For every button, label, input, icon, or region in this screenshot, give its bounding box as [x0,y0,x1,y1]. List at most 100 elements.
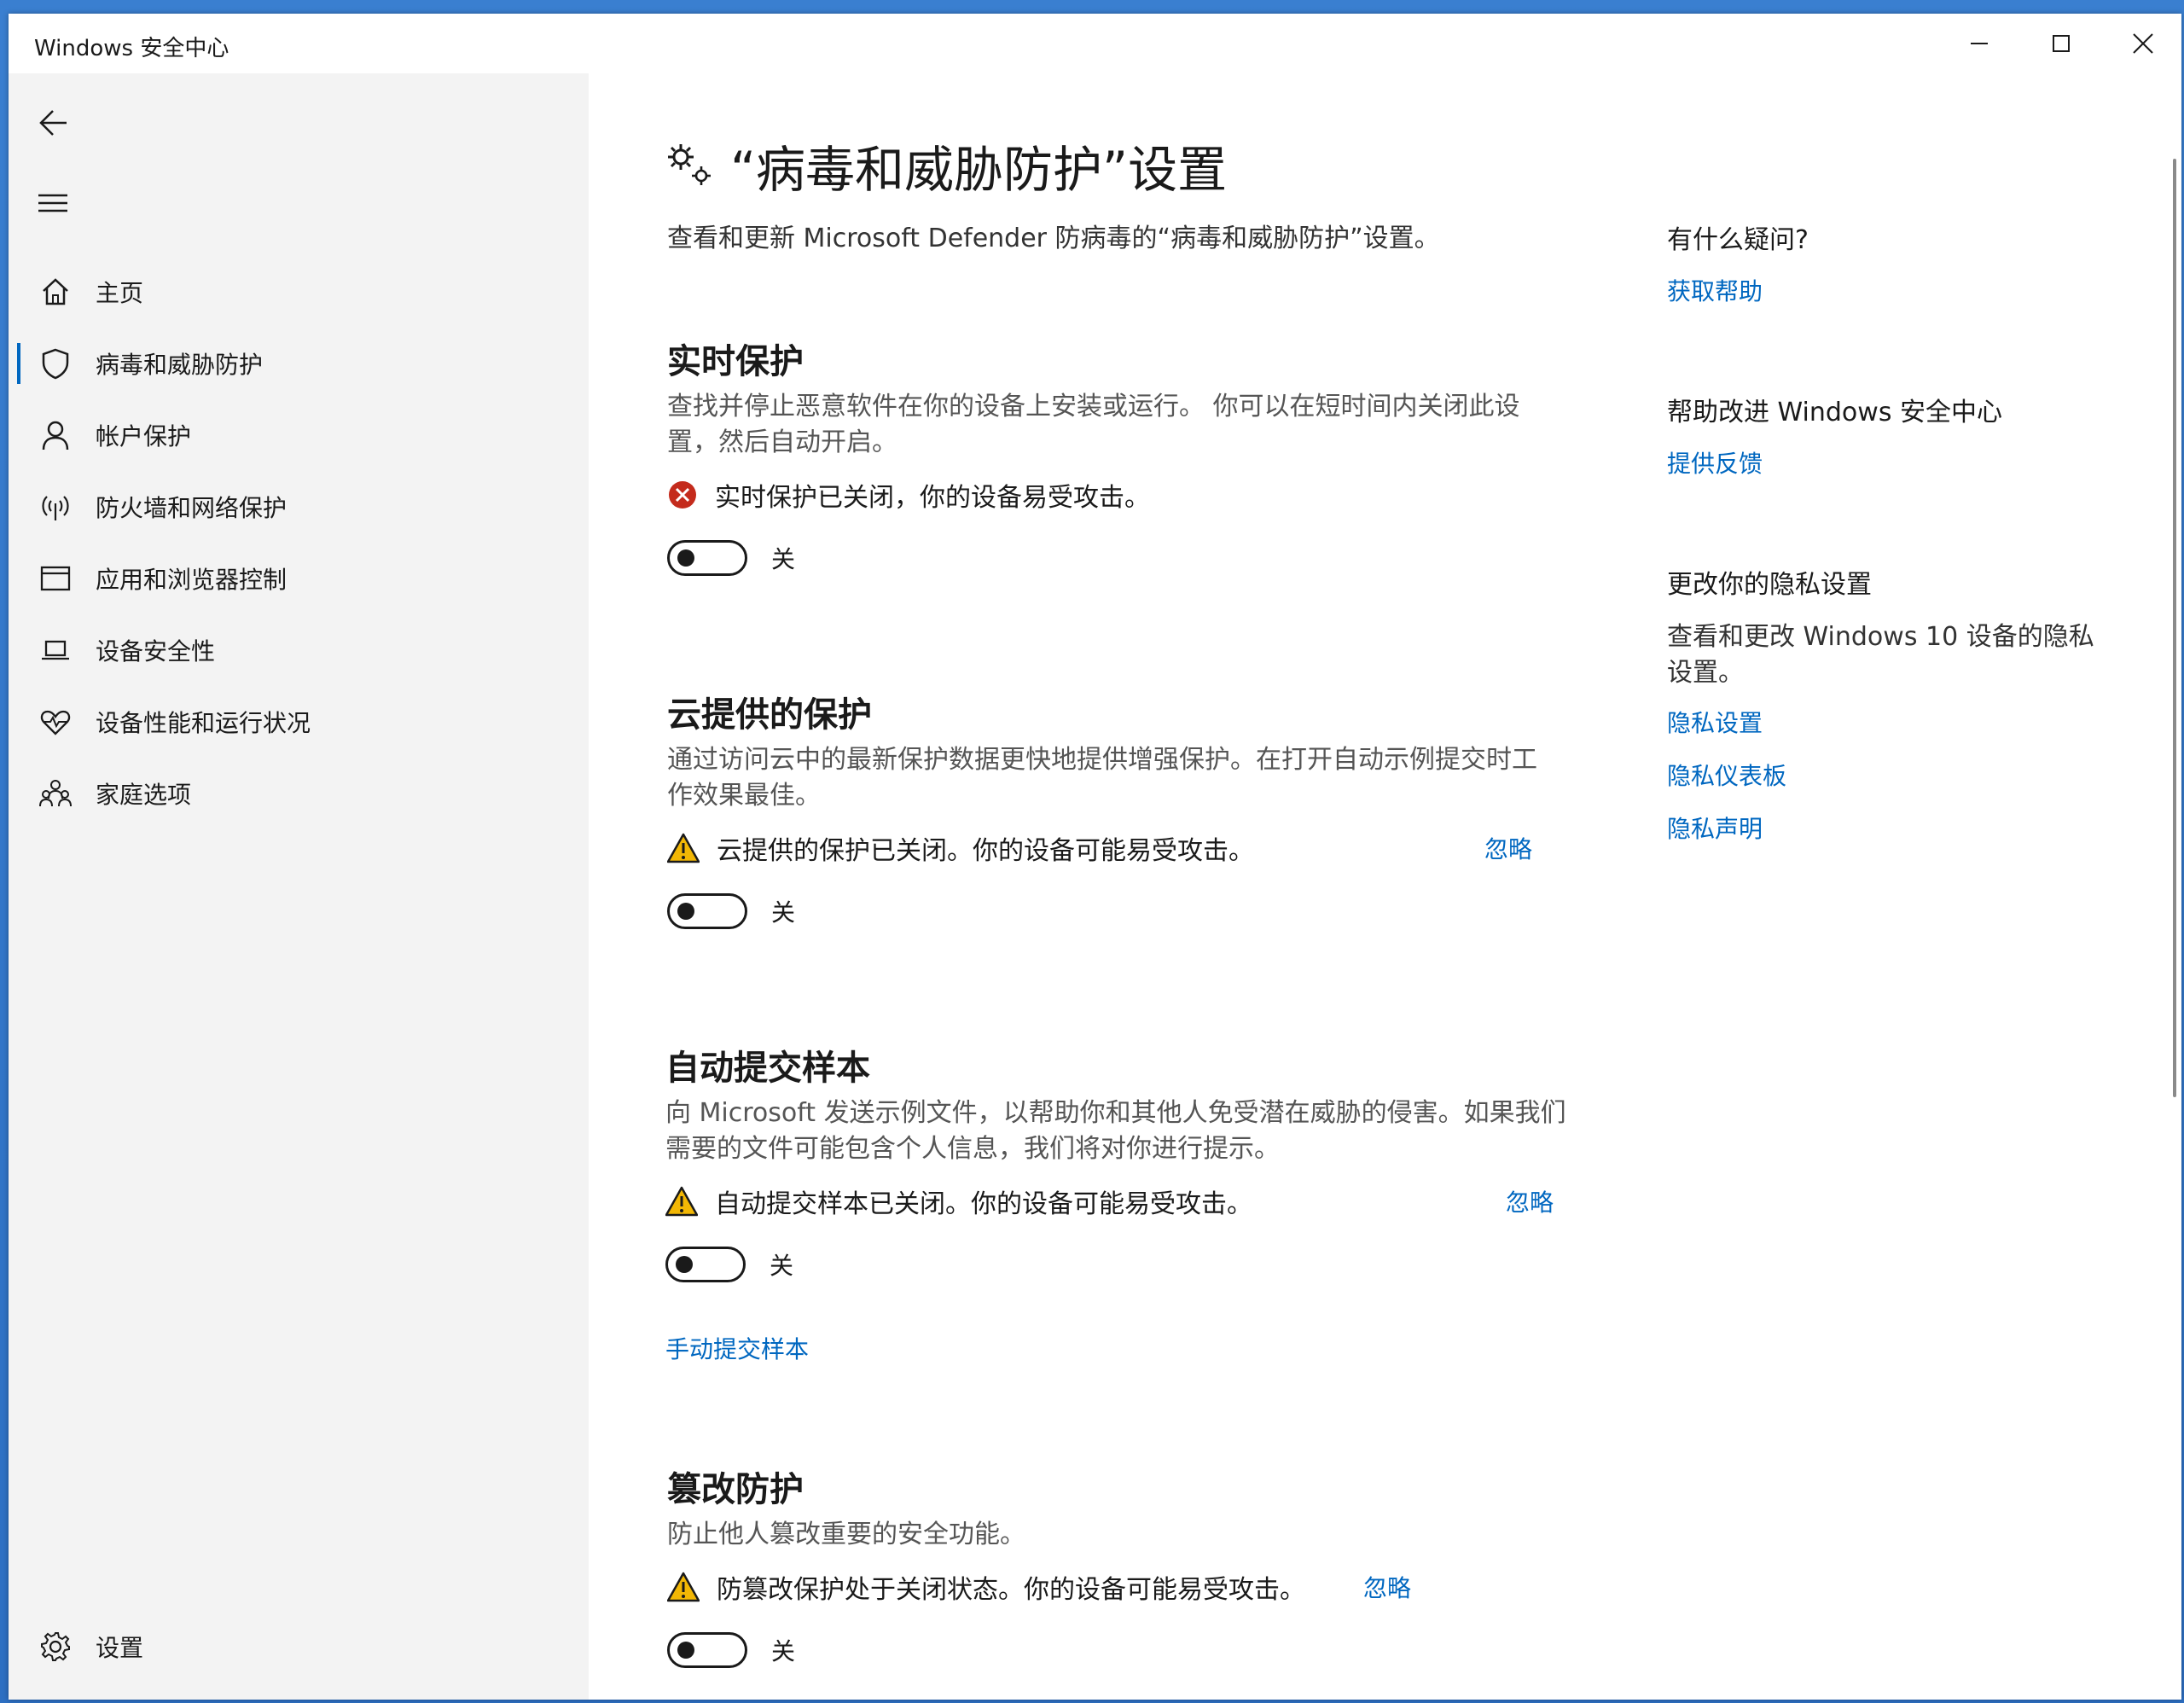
privacy-settings-link[interactable]: 隐私设置 [1667,709,1763,737]
home-icon [26,256,85,328]
section-title: 云提供的保护 [667,695,872,735]
status-text: 云提供的保护已关闭。你的设备可能易受攻击。 [717,836,1254,866]
hamburger-menu-button[interactable] [24,174,82,232]
toggle-state-label: 关 [771,898,796,927]
page-header: “病毒和威胁防护”设置 [665,130,1227,201]
ignore-link[interactable]: 忽略 [1484,831,1532,865]
sidebar-item-virus-threat-protection[interactable]: 病毒和威胁防护 [9,328,589,399]
sidebar-item-label: 设置 [96,1634,144,1662]
ignore-link[interactable]: 忽略 [1363,1570,1411,1604]
sidebar-item-device-performance-health[interactable]: 设备性能和运行状况 [9,686,589,758]
maximize-button[interactable] [2020,14,2102,73]
ignore-link[interactable]: 忽略 [1506,1184,1554,1218]
cloud-protection-toggle[interactable] [667,893,747,929]
manual-submit-sample-link[interactable]: 手动提交样本 [665,1335,809,1363]
page-title: “病毒和威胁防护”设置 [730,141,1228,199]
title-bar[interactable]: Windows 安全中心 [9,14,2181,73]
section-description: 向 Microsoft 发送示例文件，以帮助你和其他人免受潜在威胁的侵害。如果我… [665,1098,1566,1164]
toggle-row: 关 [667,532,1563,584]
sidebar-item-label: 主页 [96,279,144,307]
browser-window-icon [26,543,85,614]
toggle-state-label: 关 [771,545,796,573]
sidebar-item-settings[interactable]: 设置 [9,1611,589,1683]
sidebar-item-home[interactable]: 主页 [9,256,589,328]
privacy-statement-link[interactable]: 隐私声明 [1667,815,1763,843]
sidebar-item-label: 家庭选项 [96,781,192,809]
status-message: 云提供的保护已关闭。你的设备可能易受攻击。 忽略 [667,826,1563,870]
get-help-link[interactable]: 获取帮助 [1667,277,1763,305]
wifi-antenna-icon [26,471,85,543]
page-description: 查看和更新 Microsoft Defender 防病毒的“病毒和威胁防护”设置… [667,224,1440,253]
tamper-protection-toggle[interactable] [667,1632,747,1668]
toggle-state-label: 关 [770,1252,794,1280]
maximize-icon [2053,35,2070,52]
toggle-row: 关 [667,886,1563,937]
vertical-scrollbar[interactable] [2173,159,2176,1097]
sidebar-item-label: 设备安全性 [96,637,216,666]
section-title: 自动提交样本 [665,1049,870,1088]
sidebar-item-app-browser-control[interactable]: 应用和浏览器控制 [9,543,589,614]
status-text: 实时保护已关闭，你的设备易受攻击。 [715,483,1150,513]
gears-icon [668,144,711,185]
warning-icon [667,1572,700,1602]
close-button[interactable] [2102,14,2181,73]
main-content: “病毒和威胁防护”设置 查看和更新 Microsoft Defender 防病毒… [589,73,2181,1700]
question-heading: 有什么疑问? [1667,225,1809,255]
status-text: 防篡改保护处于关闭状态。你的设备可能易受攻击。 [717,1575,1305,1605]
toggle-knob [677,903,694,920]
sample-submission-toggle[interactable] [665,1247,746,1282]
shield-icon [26,328,85,399]
window-title: Windows 安全中心 [34,36,229,61]
sidebar-item-label: 设备性能和运行状况 [96,709,311,737]
heart-icon [26,686,85,758]
section-title: 篡改防护 [667,1470,804,1509]
toggle-state-label: 关 [771,1637,796,1665]
sidebar-item-label: 应用和浏览器控制 [96,566,288,594]
sidebar-item-firewall-network[interactable]: 防火墙和网络保护 [9,471,589,543]
family-icon [26,758,85,829]
real-time-protection-toggle[interactable] [667,540,747,576]
sidebar-item-family-options[interactable]: 家庭选项 [9,758,589,829]
section-title: 实时保护 [667,342,804,381]
toggle-knob [676,1256,693,1273]
error-icon [669,481,696,509]
sidebar-item-account-protection[interactable]: 帐户保护 [9,399,589,471]
selection-indicator [17,343,20,384]
section-description: 防止他人篡改重要的安全功能。 [667,1520,1025,1549]
section-description: 通过访问云中的最新保护数据更快地提供增强保护。在打开自动示例提交时工作效果最佳。 [667,745,1537,811]
section-cloud-protection: 云提供的保护 通过访问云中的最新保护数据更快地提供增强保护。在打开自动示例提交时… [667,693,1563,937]
minimize-icon [1971,43,1988,44]
status-message: 防篡改保护处于关闭状态。你的设备可能易受攻击。 忽略 [667,1565,1563,1609]
toggle-row: 关 [667,1625,1563,1676]
minimize-button[interactable] [1938,14,2020,73]
hamburger-icon [38,194,67,212]
section-real-time-protection: 实时保护 查找并停止恶意软件在你的设备上安装或运行。 你可以在短时间内关闭此设置… [667,340,1563,584]
back-button[interactable] [24,94,82,152]
give-feedback-link[interactable]: 提供反馈 [1667,450,1763,478]
right-help-column: 有什么疑问? 获取帮助 帮助改进 Windows 安全中心 提供反馈 更改你的隐… [1667,218,2145,845]
status-message: 自动提交样本已关闭。你的设备可能易受攻击。 忽略 [665,1179,1604,1223]
person-icon [26,399,85,471]
gear-icon [26,1611,85,1683]
toggle-knob [677,549,694,567]
sidebar-item-label: 防火墙和网络保护 [96,494,288,522]
sidebar-item-device-security[interactable]: 设备安全性 [9,614,589,686]
back-arrow-icon [39,110,67,136]
warning-icon [665,1186,698,1217]
app-window: Windows 安全中心 主页 病毒和威胁防护 帐户保护 防火墙和网络保护 应用… [9,14,2181,1700]
toggle-knob [677,1642,694,1659]
status-text: 自动提交样本已关闭。你的设备可能易受攻击。 [715,1189,1252,1219]
privacy-dashboard-link[interactable]: 隐私仪表板 [1667,762,1786,790]
sidebar-item-label: 帐户保护 [96,422,192,450]
warning-icon [667,833,700,863]
section-tamper-protection: 篡改防护 防止他人篡改重要的安全功能。 防篡改保护处于关闭状态。你的设备可能易受… [667,1468,1563,1676]
manual-submit-row: 手动提交样本 [665,1331,1604,1365]
toggle-row: 关 [665,1239,1604,1290]
sidebar-item-label: 病毒和威胁防护 [96,351,264,379]
improve-heading: 帮助改进 Windows 安全中心 [1667,398,2002,427]
status-message: 实时保护已关闭，你的设备易受攻击。 [667,473,1563,517]
section-description: 查找并停止恶意软件在你的设备上安装或运行。 你可以在短时间内关闭此设置，然后自动… [667,392,1520,457]
section-automatic-sample-submission: 自动提交样本 向 Microsoft 发送示例文件，以帮助你和其他人免受潜在威胁… [665,1046,1604,1365]
laptop-icon [26,614,85,686]
close-icon [2133,33,2153,54]
